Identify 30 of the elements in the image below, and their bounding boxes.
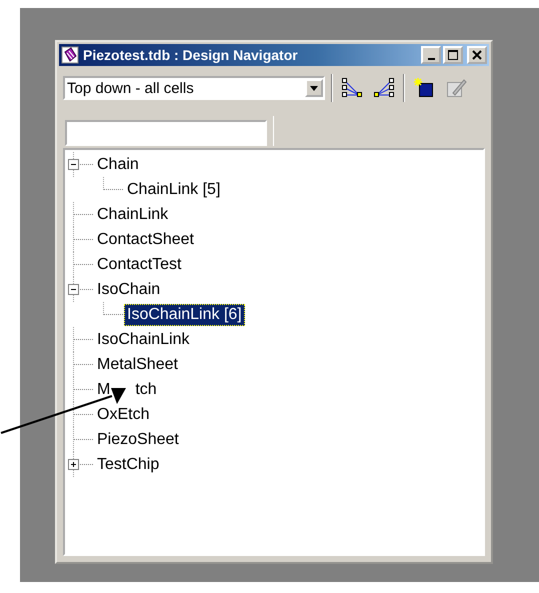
tree-item[interactable]: PiezoSheet xyxy=(94,428,182,450)
tree-item[interactable]: ChainLink xyxy=(94,204,172,226)
tree-item-text: tch xyxy=(135,380,157,398)
close-icon xyxy=(471,49,483,61)
view-dropdown[interactable]: Top down - all cells xyxy=(63,76,325,100)
tree-layout-icon[interactable] xyxy=(339,77,365,99)
collapse-icon[interactable] xyxy=(68,159,79,170)
maximize-icon xyxy=(447,49,459,61)
collapse-icon[interactable] xyxy=(68,284,79,295)
dropdown-arrow-icon xyxy=(310,86,318,90)
tree-item[interactable]: ChainLink [5] xyxy=(124,178,224,200)
search-field[interactable] xyxy=(65,120,267,146)
maximize-button[interactable] xyxy=(443,46,463,64)
tree-item[interactable]: OxEtch xyxy=(94,404,152,426)
chip-icon xyxy=(61,46,79,64)
tree-item[interactable]: M xyxy=(94,378,114,400)
tree-item[interactable]: IsoChainLink [6] xyxy=(124,304,245,326)
tree-item[interactable]: TestChip xyxy=(94,454,162,476)
expand-icon[interactable] xyxy=(68,459,79,470)
tree-item[interactable]: MetalSheet xyxy=(94,354,181,376)
tree-item[interactable]: IsoChainLink xyxy=(94,328,192,350)
tree-item[interactable]: ContactTest xyxy=(94,254,184,276)
window-title: Piezotest.tdb : Design Navigator xyxy=(83,47,299,63)
tree-item[interactable]: Chain xyxy=(94,154,142,176)
tree-item[interactable]: ContactSheet xyxy=(94,228,197,250)
tree-layout-icon[interactable] xyxy=(371,77,397,99)
tree-item[interactable]: IsoChain xyxy=(94,278,164,300)
minimize-button[interactable] xyxy=(421,46,441,64)
minimize-icon xyxy=(428,58,434,60)
close-button[interactable] xyxy=(467,46,487,64)
